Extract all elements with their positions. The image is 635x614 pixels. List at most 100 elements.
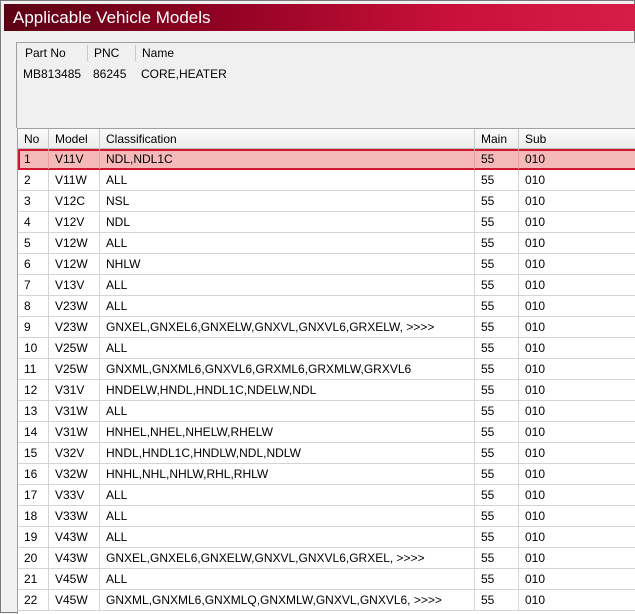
model-cell: V25W [49,359,100,379]
table-row[interactable]: 8 V23W ALL 55 010 [18,296,635,317]
main-cell: 55 [475,317,519,337]
model-cell: V33V [49,485,100,505]
main-cell: 55 [475,401,519,421]
part-no-header[interactable]: Part No [19,43,66,63]
model-cell: V11V [49,149,100,169]
part-info-header: Part No PNC Name [17,43,635,63]
sub-column-header[interactable]: Sub [519,129,635,149]
row-number-cell: 14 [18,422,49,442]
row-number-cell: 16 [18,464,49,484]
name-header[interactable]: Name [136,43,174,63]
model-cell: V33W [49,506,100,526]
row-number-cell: 21 [18,569,49,589]
model-cell: V11W [49,170,100,190]
table-row[interactable]: 17 V33V ALL 55 010 [18,485,635,506]
main-cell: 55 [475,590,519,610]
classification-cell: NDL,NDL1C [100,149,475,169]
table-row[interactable]: 11 V25W GNXML,GNXML6,GNXVL6,GRXML6,GRXMLW,… [18,359,635,380]
table-row[interactable]: 12 V31V HNDELW,HNDL,HNDL1C,NDELW,NDL 55 010 [18,380,635,401]
row-number-cell: 8 [18,296,49,316]
classification-cell: GNXML,GNXML6,GNXVL6,GRXML6,GRXMLW,GRXVL6 [100,359,475,379]
classification-cell: ALL [100,485,475,505]
table-row[interactable]: 5 V12W ALL 55 010 [18,233,635,254]
sub-cell: 010 [525,404,546,418]
grid-rows: 1 V11V NDL,NDL1C 55 010 2 V11W ALL 55 010 3 V12C NSL… [18,149,635,611]
sub-cell: 010 [525,509,546,523]
row-number-cell: 22 [18,590,49,610]
part-info-row[interactable]: MB813485 86245 CORE,HEATER [17,65,635,83]
model-cell: V32V [49,443,100,463]
main-cell: 55 [475,296,519,316]
table-row[interactable]: 1 V11V NDL,NDL1C 55 010 [18,149,635,170]
main-cell: 55 [475,254,519,274]
classification-cell: ALL [100,296,475,316]
main-cell: 55 [475,233,519,253]
row-number-cell: 2 [18,170,49,190]
pnc-header[interactable]: PNC [88,43,119,63]
row-number-cell: 9 [18,317,49,337]
main-cell: 55 [475,191,519,211]
model-cell: V25W [49,338,100,358]
model-cell: V43W [49,527,100,547]
table-row[interactable]: 20 V43W GNXEL,GNXEL6,GNXELW,GNXVL,GNXVL6,G… [18,548,635,569]
main-column-header[interactable]: Main [475,129,519,149]
part-info-panel: Part No PNC Name MB813485 86245 CORE,HEA… [16,42,635,128]
main-cell: 55 [475,506,519,526]
main-cell: 55 [475,212,519,232]
model-cell: V45W [49,569,100,589]
classification-cell: ALL [100,569,475,589]
classification-cell: ALL [100,338,475,358]
model-column-header[interactable]: Model [49,129,100,149]
classification-cell: HNDELW,HNDL,HNDL1C,NDELW,NDL [100,380,475,400]
table-row[interactable]: 15 V32V HNDL,HNDL1C,HNDLW,NDL,NDLW 55 010 [18,443,635,464]
model-cell: V12V [49,212,100,232]
no-column-header[interactable]: No [18,129,49,149]
table-row[interactable]: 10 V25W ALL 55 010 [18,338,635,359]
row-number-cell: 6 [18,254,49,274]
sub-cell: 010 [525,362,546,376]
table-row[interactable]: 14 V31W HNHEL,NHEL,NHELW,RHELW 55 010 [18,422,635,443]
row-number-cell: 7 [18,275,49,295]
classification-cell: ALL [100,506,475,526]
sub-cell: 010 [525,488,546,502]
title-bar[interactable]: Applicable Vehicle Models [4,4,635,31]
table-row[interactable]: 16 V32W HNHL,NHL,NHLW,RHL,RHLW 55 010 [18,464,635,485]
sub-cell: 010 [525,152,546,166]
classification-cell: NDL [100,212,475,232]
sub-cell: 010 [525,551,546,565]
sub-cell: 010 [525,215,546,229]
main-cell: 55 [475,485,519,505]
classification-column-header[interactable]: Classification [100,129,475,149]
table-row[interactable]: 9 V23W GNXEL,GNXEL6,GNXELW,GNXVL,GNXVL6,GR… [18,317,635,338]
window-title: Applicable Vehicle Models [13,8,211,27]
table-row[interactable]: 18 V33W ALL 55 010 [18,506,635,527]
model-cell: V31W [49,422,100,442]
sub-cell: 010 [525,278,546,292]
table-row[interactable]: 21 V45W ALL 55 010 [18,569,635,590]
main-cell: 55 [475,422,519,442]
table-row[interactable]: 7 V13V ALL 55 010 [18,275,635,296]
classification-cell: ALL [100,527,475,547]
sub-cell: 010 [525,467,546,481]
main-cell: 55 [475,359,519,379]
main-cell: 55 [475,149,519,169]
table-row[interactable]: 4 V12V NDL 55 010 [18,212,635,233]
table-row[interactable]: 6 V12W NHLW 55 010 [18,254,635,275]
row-number-cell: 4 [18,212,49,232]
model-cell: V31V [49,380,100,400]
row-number-cell: 12 [18,380,49,400]
main-cell: 55 [475,548,519,568]
table-row[interactable]: 22 V45W GNXML,GNXML6,GNXMLQ,GNXMLW,GNXVL,G… [18,590,635,611]
main-cell: 55 [475,443,519,463]
row-number-cell: 5 [18,233,49,253]
row-number-cell: 10 [18,338,49,358]
table-row[interactable]: 19 V43W ALL 55 010 [18,527,635,548]
classification-cell: GNXML,GNXML6,GNXMLQ,GNXMLW,GNXVL,GNXVL6,… [100,590,475,610]
classification-cell: NHLW [100,254,475,274]
sub-cell: 010 [525,236,546,250]
table-row[interactable]: 3 V12C NSL 55 010 [18,191,635,212]
table-row[interactable]: 2 V11W ALL 55 010 [18,170,635,191]
model-cell: V43W [49,548,100,568]
table-row[interactable]: 13 V31W ALL 55 010 [18,401,635,422]
model-cell: V45W [49,590,100,610]
